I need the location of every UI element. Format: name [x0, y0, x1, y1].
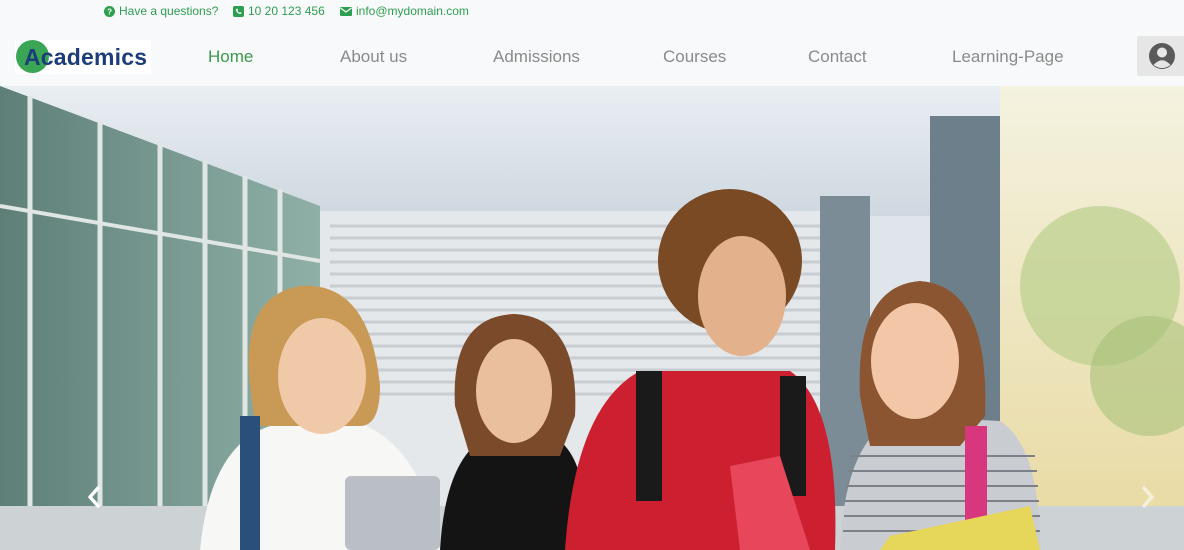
envelope-icon — [340, 6, 352, 16]
brand-logo[interactable]: Academics — [15, 40, 151, 74]
nav-about-us[interactable]: About us — [340, 46, 407, 68]
hero-carousel — [0, 86, 1184, 550]
phone-text: 10 20 123 456 — [248, 4, 325, 18]
students-walking-photo — [0, 86, 1184, 550]
user-account-button[interactable] — [1137, 36, 1184, 76]
email-text: info@mydomain.com — [356, 4, 469, 18]
nav-contact[interactable]: Contact — [808, 46, 867, 68]
help-contact: ? Have a questions? — [104, 4, 218, 18]
nav-learning-page[interactable]: Learning-Page — [952, 46, 1064, 68]
carousel-next-button[interactable] — [1132, 482, 1162, 512]
carousel-prev-button[interactable] — [80, 482, 110, 512]
nav-home[interactable]: Home — [208, 46, 253, 68]
question-circle-icon: ? — [104, 5, 115, 17]
main-navbar: Academics Home About us Admissions Cours… — [0, 26, 1184, 86]
user-circle-icon — [1149, 43, 1175, 69]
email-contact[interactable]: info@mydomain.com — [340, 4, 469, 18]
nav-admissions[interactable]: Admissions — [493, 46, 580, 68]
top-contact-bar: ? Have a questions? 10 20 123 456 info@m… — [0, 0, 1184, 22]
svg-text:?: ? — [107, 7, 112, 16]
nav-courses[interactable]: Courses — [663, 46, 726, 68]
chevron-right-icon — [1142, 486, 1154, 508]
help-text: Have a questions? — [119, 4, 219, 18]
phone-icon — [233, 5, 244, 17]
phone-contact[interactable]: 10 20 123 456 — [233, 4, 325, 18]
chevron-left-icon — [88, 486, 100, 508]
logo-text: Academics — [24, 44, 148, 70]
